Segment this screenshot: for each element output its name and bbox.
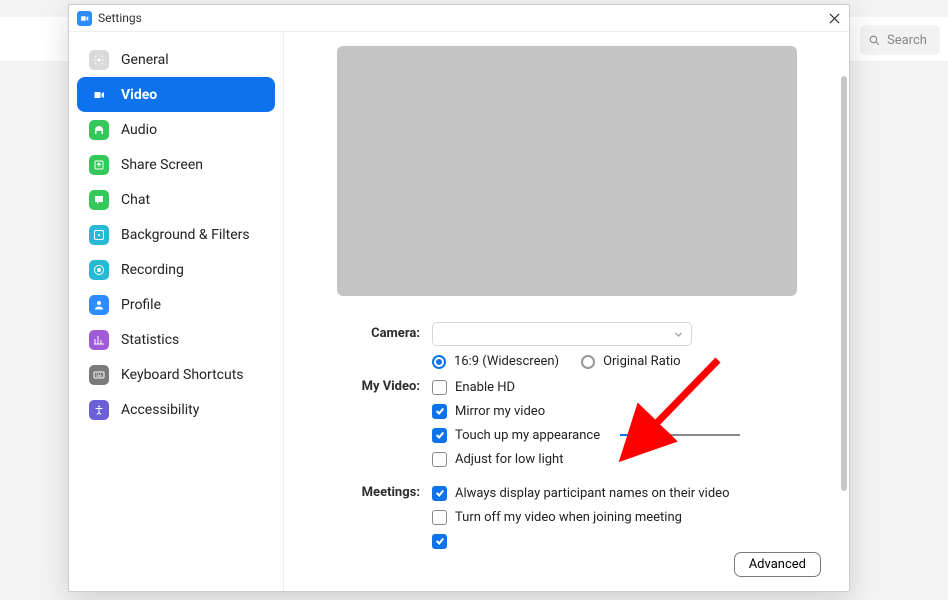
sidebar-item-shortcuts[interactable]: Keyboard Shortcuts <box>77 357 275 392</box>
camera-label: Camera: <box>312 322 432 341</box>
sidebar-item-profile[interactable]: Profile <box>77 287 275 322</box>
sidebar-item-label: Keyboard Shortcuts <box>121 367 244 383</box>
radio-on-icon <box>432 355 446 369</box>
turnoff-join-checkbox[interactable]: Turn off my video when joining meeting <box>432 510 682 525</box>
sidebar-item-label: Accessibility <box>121 402 199 418</box>
settings-dialog: Settings General Video Audio Share Screen Ch… <box>68 4 850 592</box>
sidebar-item-audio[interactable]: Audio <box>77 112 275 147</box>
search-placeholder: Search <box>887 33 927 48</box>
sidebar: General Video Audio Share Screen Chat Backgro… <box>69 32 284 591</box>
accessibility-icon <box>89 400 109 420</box>
radio-off-icon <box>581 355 595 369</box>
touchup-checkbox[interactable]: Touch up my appearance <box>432 428 600 443</box>
partial-checkbox-icon <box>432 534 447 549</box>
ratio-169-radio[interactable]: 16:9 (Widescreen) <box>432 354 559 369</box>
sidebar-item-label: Video <box>121 87 157 103</box>
touchup-slider[interactable] <box>620 434 740 436</box>
search-icon <box>868 34 881 47</box>
filters-icon <box>89 225 109 245</box>
content-pane: Camera: 16:9 (Widescreen) <box>284 32 849 591</box>
sidebar-item-label: Recording <box>121 262 184 278</box>
sidebar-item-label: Chat <box>121 192 150 208</box>
keyboard-icon <box>89 365 109 385</box>
titlebar: Settings <box>69 5 849 32</box>
search-input-bg[interactable]: Search <box>860 25 940 55</box>
sidebar-item-share[interactable]: Share Screen <box>77 147 275 182</box>
app-icon <box>77 11 92 26</box>
sidebar-item-chat[interactable]: Chat <box>77 182 275 217</box>
gear-icon <box>89 50 109 70</box>
sidebar-item-label: General <box>121 52 169 68</box>
sidebar-item-a11y[interactable]: Accessibility <box>77 392 275 427</box>
headphones-icon <box>89 120 109 140</box>
mirror-checkbox[interactable]: Mirror my video <box>432 404 545 419</box>
record-icon <box>89 260 109 280</box>
sidebar-item-label: Audio <box>121 122 157 138</box>
ratio-original-radio[interactable]: Original Ratio <box>581 354 681 369</box>
scrollbar[interactable] <box>841 76 847 491</box>
sidebar-item-recording[interactable]: Recording <box>77 252 275 287</box>
ratio-169-label: 16:9 (Widescreen) <box>454 354 559 369</box>
sidebar-item-label: Share Screen <box>121 157 203 173</box>
ratio-original-label: Original Ratio <box>603 354 681 369</box>
window-title: Settings <box>98 11 142 25</box>
sidebar-item-label: Profile <box>121 297 161 313</box>
camera-select[interactable] <box>432 322 692 346</box>
sidebar-item-bg[interactable]: Background & Filters <box>77 217 275 252</box>
meetings-label: Meetings: <box>312 481 432 500</box>
sidebar-item-label: Statistics <box>121 332 179 348</box>
lowlight-checkbox[interactable]: Adjust for low light <box>432 452 563 467</box>
chevron-down-icon <box>674 330 683 339</box>
myvideo-label: My Video: <box>312 375 432 394</box>
video-icon <box>89 85 109 105</box>
slider-thumb[interactable] <box>655 429 667 441</box>
always-names-checkbox[interactable]: Always display participant names on thei… <box>432 486 729 501</box>
profile-icon <box>89 295 109 315</box>
stats-icon <box>89 330 109 350</box>
sidebar-item-general[interactable]: General <box>77 42 275 77</box>
chat-icon <box>89 190 109 210</box>
enable-hd-checkbox[interactable]: Enable HD <box>432 380 515 395</box>
sidebar-item-stats[interactable]: Statistics <box>77 322 275 357</box>
share-icon <box>89 155 109 175</box>
video-preview <box>337 46 797 296</box>
close-button[interactable] <box>825 9 843 27</box>
advanced-button[interactable]: Advanced <box>734 552 821 577</box>
sidebar-item-label: Background & Filters <box>121 227 250 243</box>
sidebar-item-video[interactable]: Video <box>77 77 275 112</box>
